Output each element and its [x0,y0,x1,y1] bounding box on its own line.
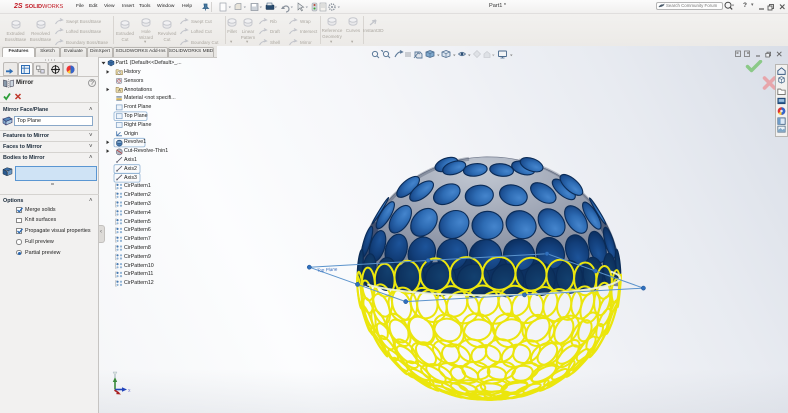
svg-text:x: x [128,388,131,394]
svg-text:Top Plane: Top Plane [317,267,338,273]
svg-text:A: A [118,88,121,93]
